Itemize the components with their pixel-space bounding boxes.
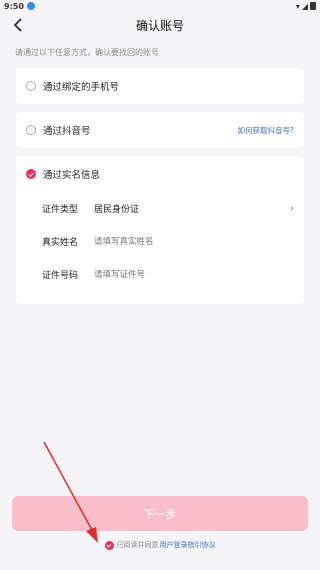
radio-phone[interactable] xyxy=(26,81,36,91)
status-time: 9:50 xyxy=(4,1,24,11)
radio-douyin[interactable] xyxy=(26,125,36,135)
agreement-checkbox[interactable] xyxy=(104,540,114,550)
notification-icon xyxy=(26,2,35,10)
header: 确认账号 xyxy=(0,12,320,38)
instruction-text: 请通过以下任意方式，确认要找回的账号 xyxy=(15,48,159,57)
id-number-input[interactable] xyxy=(94,269,274,280)
option-phone-label: 通过绑定的手机号 xyxy=(43,82,120,93)
battery-icon xyxy=(310,2,316,10)
chevron-right-icon: › xyxy=(290,203,294,214)
page-title: 确认账号 xyxy=(135,18,184,33)
agreement-text: 已阅读并同意 xyxy=(116,541,159,549)
real-name-row: 真实姓名 xyxy=(16,225,304,258)
id-type-value[interactable]: 居民身份证 xyxy=(94,202,139,215)
option-douyin-card[interactable]: 通过抖音号 如何获取抖音号? xyxy=(16,112,304,148)
agreement-row: 已阅读并同意 用户登录指引协议 xyxy=(0,540,320,550)
how-to-get-douyin-id-link[interactable]: 如何获取抖音号? xyxy=(238,125,294,136)
signal-icon: ◢ xyxy=(301,1,308,11)
next-step-button[interactable]: 下一步 xyxy=(12,496,308,531)
id-type-row[interactable]: 证件类型 居民身份证 › xyxy=(16,192,304,225)
id-type-label: 证件类型 xyxy=(42,205,79,215)
id-number-row: 证件号码 xyxy=(16,258,304,291)
user-login-agreement-link[interactable]: 用户登录指引协议 xyxy=(160,540,216,550)
option-realname-card[interactable]: 通过实名信息 证件类型 居民身份证 › 真实姓名 证件号码 xyxy=(16,156,304,304)
back-arrow-icon xyxy=(13,18,22,32)
real-name-label: 真实姓名 xyxy=(42,238,79,248)
radio-realname[interactable] xyxy=(26,169,36,179)
back-button[interactable] xyxy=(8,15,28,35)
wifi-icon: ▾ xyxy=(295,1,300,11)
real-name-input[interactable] xyxy=(94,236,274,247)
option-realname-label: 通过实名信息 xyxy=(43,170,101,181)
option-douyin-label: 通过抖音号 xyxy=(43,126,91,137)
option-phone-card[interactable]: 通过绑定的手机号 xyxy=(16,68,304,104)
id-number-label: 证件号码 xyxy=(42,271,79,281)
status-bar: 9:50 ▾ ◢ xyxy=(0,0,320,12)
